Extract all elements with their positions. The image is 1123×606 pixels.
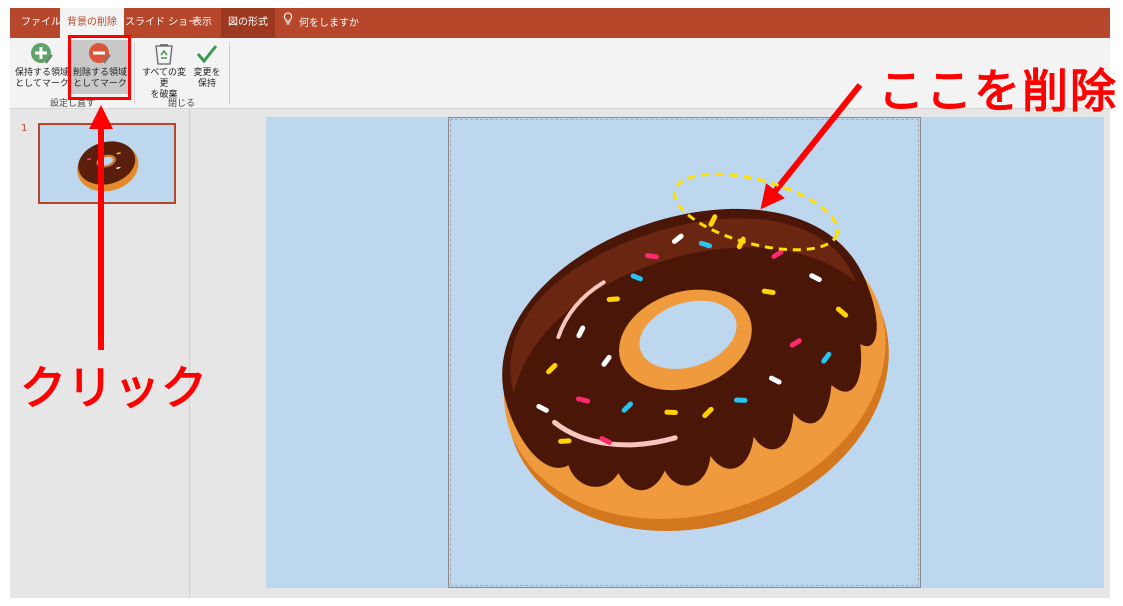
delete-here-annotation: ここを削除 <box>878 64 1118 118</box>
delete-area-ellipse <box>672 172 840 252</box>
annotation-arrow-diagonal <box>760 83 863 210</box>
click-annotation: クリック <box>20 361 208 415</box>
